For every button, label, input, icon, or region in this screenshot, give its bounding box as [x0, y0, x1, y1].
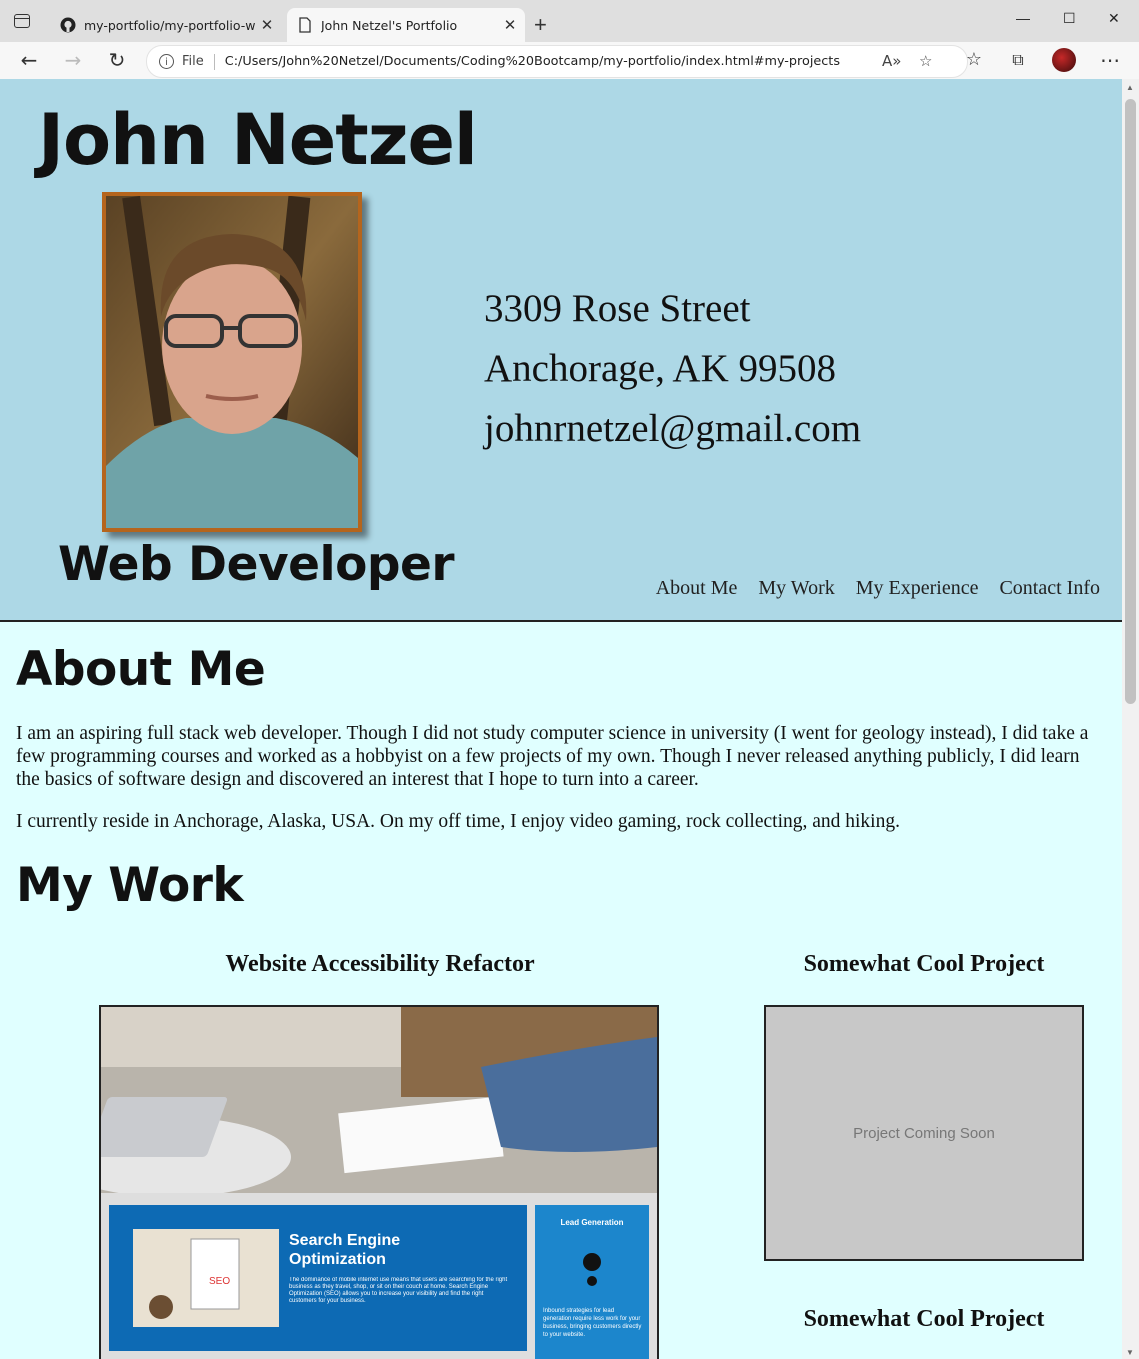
close-icon[interactable]: ✕ [256, 16, 278, 34]
forward-icon[interactable]: → [61, 48, 85, 72]
page-viewport: John Netzel Web Developer 3309 Rose Stre… [0, 79, 1122, 1359]
seo-badge: SEO [209, 1276, 230, 1287]
contact-block: 3309 Rose Street Anchorage, AK 99508 joh… [484, 279, 861, 459]
screenshot-text: The dominance of mobile internet use mea… [289, 1277, 508, 1304]
minimize-icon[interactable]: — [1016, 10, 1030, 26]
maximize-icon[interactable]: ☐ [1063, 10, 1076, 27]
nav-my-experience[interactable]: My Experience [856, 577, 979, 600]
tab-actions-icon[interactable] [14, 14, 30, 28]
about-paragraph: I am an aspiring full stack web develope… [16, 723, 1089, 790]
placeholder-text: Project Coming Soon [853, 1124, 995, 1142]
tab-portfolio[interactable]: John Netzel's Portfolio ✕ [287, 8, 525, 42]
scrollbar[interactable]: ▲ ▼ [1122, 79, 1139, 1359]
project-placeholder[interactable]: Project Coming Soon [764, 1005, 1084, 1261]
nav-contact-info[interactable]: Contact Info [999, 577, 1100, 600]
portrait-image [106, 196, 358, 528]
read-aloud-icon[interactable]: A» [882, 52, 901, 70]
close-icon[interactable]: ✕ [499, 16, 521, 34]
profile-avatar[interactable] [1052, 48, 1076, 72]
project-screenshot[interactable]: SEO Search Engine Optimization The domin… [99, 1005, 659, 1359]
scroll-up-icon[interactable]: ▲ [1126, 83, 1134, 92]
url-text[interactable]: C:/Users/John%20Netzel/Documents/Coding%… [225, 54, 840, 69]
about-heading: About Me [16, 642, 266, 697]
nav-about-me[interactable]: About Me [656, 577, 738, 600]
project-title: Website Accessibility Refactor [225, 951, 535, 977]
screenshot-title: Optimization [289, 1251, 386, 1268]
city-address: Anchorage, AK 99508 [484, 347, 837, 390]
browser-tab-strip: my-portfolio/my-portfolio-wirefr ✕ John … [0, 0, 1139, 42]
site-header: John Netzel Web Developer 3309 Rose Stre… [0, 79, 1122, 622]
page-title: John Netzel [38, 99, 478, 181]
work-heading: My Work [16, 858, 244, 913]
github-icon [60, 17, 76, 33]
screenshot-side-title: Lead Generation [560, 1218, 623, 1227]
about-paragraph: I currently reside in Anchorage, Alaska,… [16, 811, 900, 832]
street-address: 3309 Rose Street [484, 287, 751, 330]
screenshot-title: Search Engine [289, 1232, 400, 1249]
scrollbar-thumb[interactable] [1125, 99, 1136, 704]
favorites-icon[interactable]: ☆ [962, 48, 986, 72]
window-close-icon[interactable]: ✕ [1108, 10, 1120, 27]
scheme-label: File [182, 54, 204, 69]
collections-icon[interactable]: ⧉ [1006, 48, 1030, 72]
project-image: SEO Search Engine Optimization The domin… [101, 1007, 657, 1359]
add-favorite-icon[interactable]: ☆ [919, 52, 932, 70]
tab-label: my-portfolio/my-portfolio-wirefr [84, 17, 256, 33]
site-nav: About Me My Work My Experience Contact I… [656, 577, 1100, 600]
tab-github[interactable]: my-portfolio/my-portfolio-wirefr ✕ [50, 8, 282, 42]
browser-toolbar: ← → ↻ i File C:/Users/John%20Netzel/Docu… [0, 42, 1139, 80]
project-title: Somewhat Cool Project [803, 1306, 1045, 1332]
info-icon[interactable]: i [159, 54, 174, 69]
project-title: Somewhat Cool Project [803, 951, 1045, 977]
page-icon [299, 17, 311, 33]
nav-my-work[interactable]: My Work [758, 577, 834, 600]
more-menu-icon[interactable]: ⋯ [1098, 48, 1122, 72]
job-title: Web Developer [58, 537, 455, 592]
address-bar[interactable]: i File C:/Users/John%20Netzel/Documents/… [146, 45, 968, 78]
profile-photo [102, 192, 362, 532]
screenshot-side-text: Inbound strategies for lead generation r… [543, 1308, 642, 1338]
tab-label: John Netzel's Portfolio [321, 17, 458, 33]
reload-icon[interactable]: ↻ [105, 48, 129, 72]
email-address[interactable]: johnrnetzel@gmail.com [484, 399, 861, 459]
back-icon[interactable]: ← [17, 48, 41, 72]
new-tab-icon[interactable]: + [534, 12, 547, 38]
scroll-down-icon[interactable]: ▼ [1126, 1348, 1134, 1357]
